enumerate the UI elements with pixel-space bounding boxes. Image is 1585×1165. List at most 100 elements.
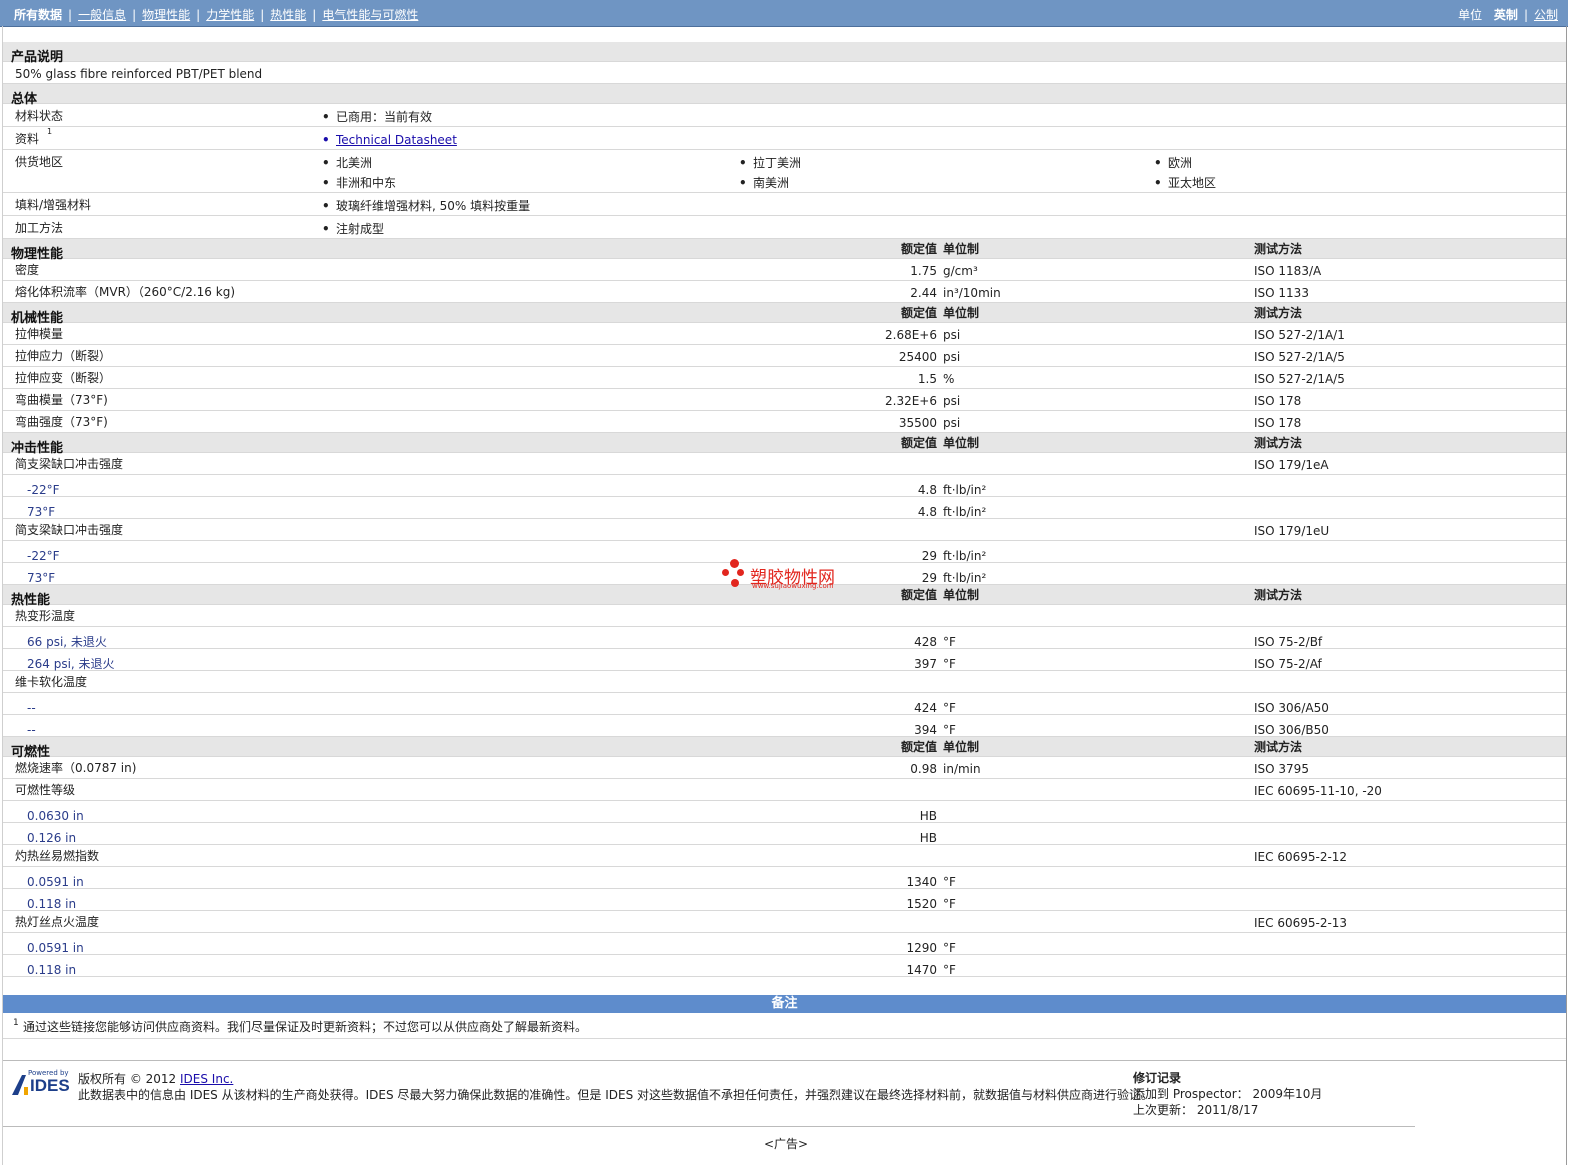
- test-method: ISO 178: [1254, 416, 1302, 430]
- unit-value: psi: [943, 394, 961, 408]
- test-method: ISO 178: [1254, 394, 1302, 408]
- property-row: 拉伸应变（断裂） 1.5% ISO 527-2/1A/5: [3, 367, 1566, 389]
- property-row: 简支梁缺口冲击强度 ISO 179/1eA: [3, 453, 1566, 475]
- unit-english-option[interactable]: 英制: [1494, 8, 1518, 22]
- nominal-value: 424: [914, 701, 937, 715]
- condition-label: 73°F: [27, 505, 56, 519]
- revision-title: 修订记录: [1133, 1071, 1182, 1085]
- property-label: 拉伸应力（断裂）: [15, 349, 112, 363]
- col-unit-header: 单位制: [943, 588, 980, 602]
- unit-value: °F: [943, 941, 956, 955]
- unit-value: in³/10min: [943, 286, 1001, 300]
- added-label: 添加到 Prospector：: [1133, 1087, 1249, 1101]
- nominal-value: 428: [914, 635, 937, 649]
- general-label: 供货地区: [15, 155, 64, 169]
- nominal-value: 1520: [906, 897, 937, 911]
- property-row: 0.118 in 1470 °F: [3, 955, 1566, 977]
- property-label: 可燃性等级: [15, 783, 76, 797]
- added-value: 2009年10月: [1252, 1087, 1323, 1101]
- unit-value: %: [943, 372, 955, 386]
- section-header-general: 总体: [3, 84, 1566, 107]
- tab-physical[interactable]: 物理性能: [142, 8, 190, 22]
- nominal-value: 29: [921, 571, 937, 585]
- footnote-ref[interactable]: 1: [47, 127, 52, 136]
- condition-label: 264 psi, 未退火: [27, 657, 115, 671]
- col-unit-header: 单位制: [943, 242, 980, 256]
- top-nav-bar: 所有数据 | 一般信息 | 物理性能 | 力学性能 | 热性能 | 电气性能与可燃性 单位 英制 | 公…: [0, 0, 1568, 27]
- property-row: 维卡软化温度: [3, 671, 1566, 693]
- nominal-value: 2.68E+6: [885, 328, 937, 342]
- tab-electrical-flammability[interactable]: 电气性能与可燃性: [322, 8, 418, 22]
- ides-logo[interactable]: Powered by IDES: [10, 1069, 70, 1097]
- unit-metric-option[interactable]: 公制: [1534, 8, 1558, 22]
- nominal-value: 1.75: [910, 264, 937, 278]
- test-method: ISO 75-2/Af: [1254, 657, 1322, 671]
- property-row: 拉伸模量 2.68E+6 psi ISO 527-2/1A/1: [3, 323, 1566, 345]
- watermark-dot-icon: [730, 559, 739, 568]
- test-method: ISO 306/A50: [1254, 701, 1329, 715]
- general-value: 欧洲: [1154, 156, 1192, 170]
- nominal-value: 29: [921, 549, 937, 563]
- unit-value: °F: [943, 701, 956, 715]
- tab-thermal[interactable]: 热性能: [270, 8, 306, 22]
- property-row: 弯曲强度（73°F) 35500 psi ISO 178: [3, 411, 1566, 433]
- watermark-url: www.sujiaowuxing.com: [752, 582, 834, 590]
- property-label: 简支梁缺口冲击强度: [15, 523, 124, 537]
- property-row: 热变形温度: [3, 605, 1566, 627]
- nominal-value: 1340: [906, 875, 937, 889]
- general-label: 加工方法: [15, 221, 64, 235]
- nominal-value: 1470: [906, 963, 937, 977]
- col-unit-header: 单位制: [943, 740, 980, 754]
- property-row: 简支梁缺口冲击强度 ISO 179/1eU: [3, 519, 1566, 541]
- condition-label: 66 psi, 未退火: [27, 635, 107, 649]
- general-value: 北美洲: [322, 156, 372, 170]
- added-to-prospector: 添加到 Prospector： 2009年10月: [1133, 1086, 1322, 1102]
- col-nominal-header: 额定值: [900, 588, 937, 602]
- nominal-value: 2.32E+6: [885, 394, 937, 408]
- col-test-header: 测试方法: [1254, 306, 1303, 320]
- unit-value: ft·lb/in²: [943, 571, 987, 585]
- unit-value: psi: [943, 350, 961, 364]
- test-method: ISO 306/B50: [1254, 723, 1329, 737]
- condition-label: 0.118 in: [27, 897, 77, 911]
- unit-value: °F: [943, 635, 956, 649]
- ad-label: <广告>: [764, 1137, 809, 1151]
- tab-general-info[interactable]: 一般信息: [78, 8, 126, 22]
- right-border: [1566, 26, 1567, 1165]
- general-value: 亚太地区: [1154, 176, 1216, 190]
- copyright-line: 版权所有 © 2012 IDES Inc.: [78, 1071, 233, 1087]
- footnote-marker: 1: [13, 1018, 19, 1028]
- condition-label: 0.118 in: [27, 963, 77, 977]
- col-nominal-header: 额定值: [900, 436, 937, 450]
- general-value: 拉丁美洲: [739, 156, 801, 170]
- condition-label: 0.0591 in: [27, 941, 84, 955]
- property-row: 66 psi, 未退火 428 °F ISO 75-2/Bf: [3, 627, 1566, 649]
- tab-all-data[interactable]: 所有数据: [14, 8, 62, 22]
- tab-mechanical[interactable]: 力学性能: [206, 8, 254, 22]
- col-test-header: 测试方法: [1254, 588, 1303, 602]
- unit-value: °F: [943, 875, 956, 889]
- ides-inc-link[interactable]: IDES Inc.: [180, 1072, 233, 1086]
- property-row: 拉伸应力（断裂） 25400 psi ISO 527-2/1A/5: [3, 345, 1566, 367]
- property-label: 简支梁缺口冲击强度: [15, 457, 124, 471]
- col-test-header: 测试方法: [1254, 740, 1303, 754]
- general-value: 注射成型: [322, 222, 384, 236]
- property-row: 0.126 in HB: [3, 823, 1566, 845]
- general-value: 非洲和中东: [322, 176, 396, 190]
- property-row: 0.0591 in 1340 °F: [3, 867, 1566, 889]
- property-row: 264 psi, 未退火 397 °F ISO 75-2/Af: [3, 649, 1566, 671]
- property-label: 拉伸应变（断裂）: [15, 371, 112, 385]
- nominal-value: 394: [914, 723, 937, 737]
- unit-value: psi: [943, 328, 961, 342]
- section-tabs: 所有数据 | 一般信息 | 物理性能 | 力学性能 | 热性能 | 电气性能与可燃性: [14, 8, 419, 22]
- section-header-product: 产品说明: [3, 42, 1566, 65]
- unit-value: in/min: [943, 762, 981, 776]
- disclaimer-text: 此数据表中的信息由 IDES 从该材料的生产商处获得。IDES 尽最大努力确保此…: [78, 1088, 1154, 1102]
- technical-datasheet-link[interactable]: Technical Datasheet: [322, 133, 457, 147]
- property-label: 弯曲模量（73°F): [15, 393, 108, 407]
- general-row: 加工方法 注射成型: [3, 216, 1566, 239]
- notes-row: 1 通过这些链接您能够访问供应商资料。我们尽量保证及时更新资料；不过您可以从供应…: [3, 1014, 1566, 1039]
- unit-value: °F: [943, 657, 956, 671]
- col-unit-header: 单位制: [943, 436, 980, 450]
- condition-label: 0.0630 in: [27, 809, 84, 823]
